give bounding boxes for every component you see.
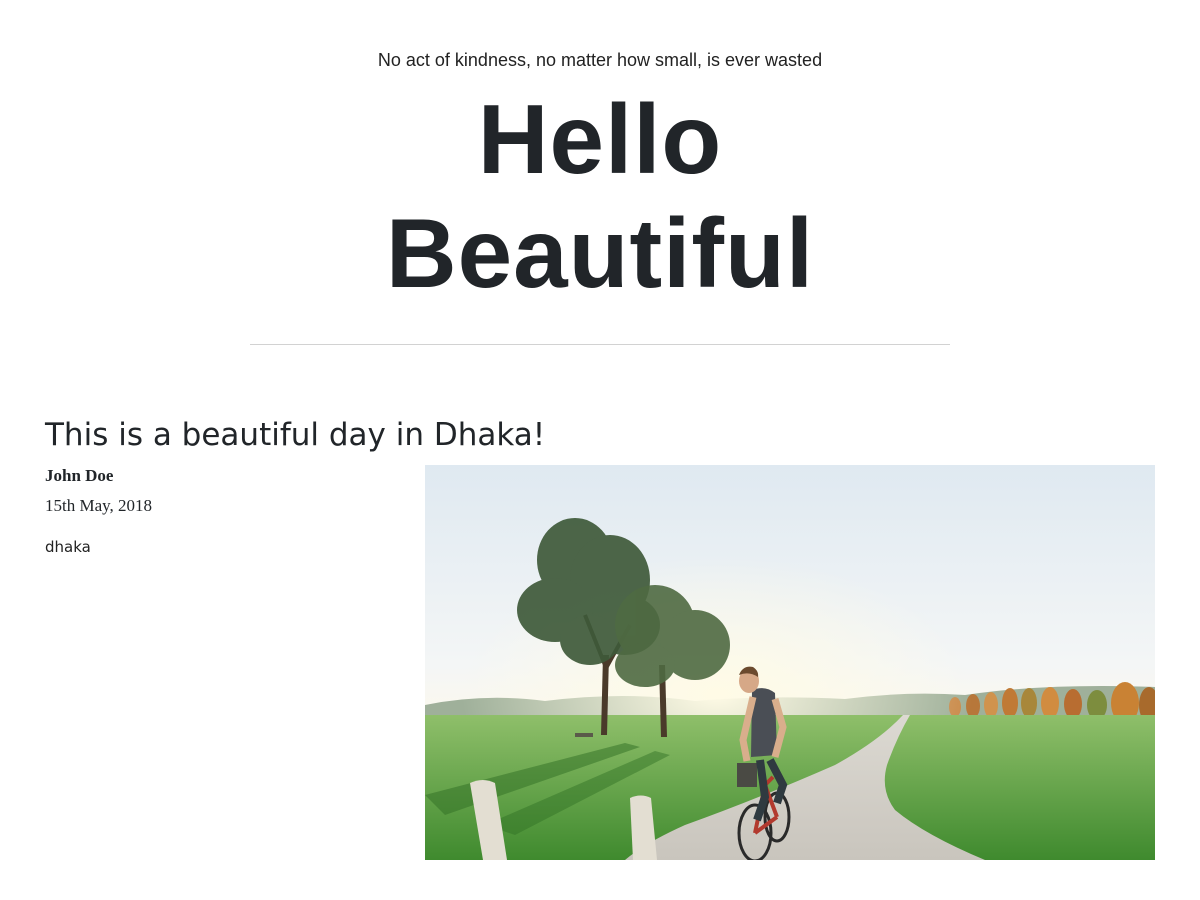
post-body: John Doe 15th May, 2018 dhaka	[0, 455, 1200, 860]
post-photo	[425, 465, 1155, 860]
hero-title-line-2: Beautiful	[385, 198, 815, 308]
hero-tagline: No act of kindness, no matter how small,…	[377, 50, 823, 70]
hero-title: Hello Beautiful	[0, 82, 1200, 310]
blog-post: This is a beautiful day in Dhaka! John D…	[0, 415, 1200, 860]
hero-title-line-1: Hello	[477, 84, 723, 194]
post-author: John Doe	[45, 466, 114, 485]
post-date: 15th May, 2018	[45, 496, 153, 515]
post-tag: dhaka	[45, 538, 91, 556]
post-title: This is a beautiful day in Dhaka!	[45, 417, 546, 453]
park-cyclist-image	[425, 465, 1155, 860]
hero-divider	[250, 344, 950, 345]
hero-section: No act of kindness, no matter how small,…	[0, 0, 1200, 345]
post-meta: John Doe 15th May, 2018 dhaka	[45, 465, 405, 557]
